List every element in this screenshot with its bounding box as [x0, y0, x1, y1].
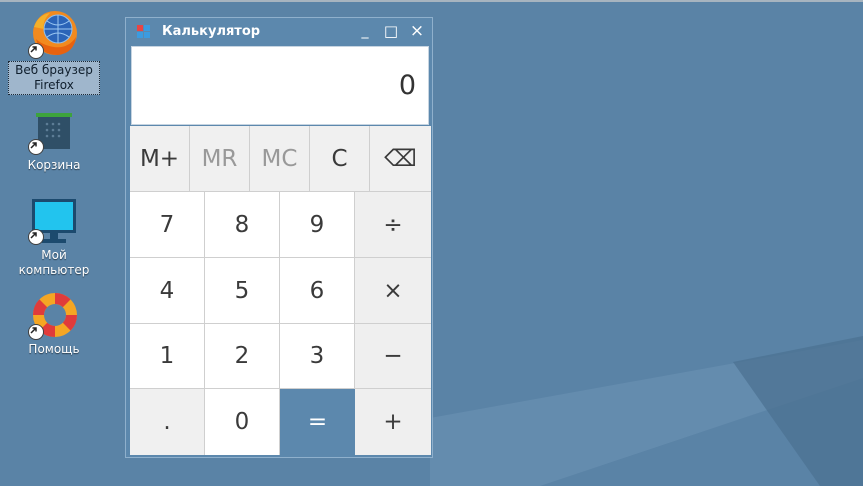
equals-button[interactable]: =	[280, 389, 355, 455]
shortcut-arrow-icon	[28, 139, 44, 155]
multiply-button[interactable]: ×	[355, 258, 431, 324]
memory-add-button[interactable]: M+	[130, 126, 190, 192]
lifebuoy-icon	[28, 290, 80, 340]
digit-6-button[interactable]: 6	[280, 258, 355, 324]
add-button[interactable]: +	[355, 389, 431, 455]
window-title: Калькулятор	[162, 23, 261, 39]
digit-9-button[interactable]: 9	[280, 192, 355, 258]
backspace-button[interactable]: ⌫	[370, 126, 431, 192]
decimal-point-button[interactable]: .	[130, 389, 205, 455]
divide-button[interactable]: ÷	[355, 192, 431, 258]
desktop-icon-help[interactable]: Помощь	[8, 290, 100, 358]
computer-icon	[28, 197, 80, 247]
digit-5-button[interactable]: 5	[205, 258, 280, 324]
display-value: 0	[398, 70, 416, 101]
calculator-window[interactable]: Калькулятор _ □ × 0 M+ MR MC C ⌫ 7 8 9 ÷…	[125, 17, 433, 458]
digit-2-button[interactable]: 2	[205, 324, 280, 389]
desktop-icon-trash[interactable]: Корзина	[8, 109, 100, 174]
minimize-button[interactable]: _	[352, 18, 378, 44]
digit-8-button[interactable]: 8	[205, 192, 280, 258]
desktop-icon-firefox[interactable]: Веб браузер Firefox	[8, 9, 100, 95]
clear-button[interactable]: C	[310, 126, 370, 192]
desktop-icon-label: Помощь	[28, 342, 80, 356]
title-bar[interactable]: Калькулятор _ □ ×	[126, 18, 432, 44]
keypad: M+ MR MC C ⌫ 7 8 9 ÷ 4 5 6 × 1 2 3 − . 0…	[130, 126, 431, 455]
digit-4-button[interactable]: 4	[130, 258, 205, 324]
shortcut-arrow-icon	[28, 43, 44, 59]
shortcut-arrow-icon	[28, 229, 44, 245]
close-button[interactable]: ×	[404, 18, 430, 44]
maximize-button[interactable]: □	[378, 18, 404, 44]
digit-1-button[interactable]: 1	[130, 324, 205, 389]
desktop-icon-label: Веб браузер Firefox	[8, 61, 100, 95]
desktop-icon-computer[interactable]: Мой компьютер	[8, 197, 100, 279]
calculator-app-icon	[137, 24, 150, 38]
trash-icon	[28, 109, 80, 155]
shortcut-arrow-icon	[28, 324, 44, 340]
firefox-icon	[28, 9, 80, 59]
subtract-button[interactable]: −	[355, 324, 431, 389]
digit-7-button[interactable]: 7	[130, 192, 205, 258]
desktop-icon-label: Мой компьютер	[18, 248, 90, 277]
memory-clear-button[interactable]: MC	[250, 126, 310, 192]
calculator-display: 0	[131, 46, 429, 125]
desktop-icon-label: Корзина	[27, 158, 81, 172]
digit-3-button[interactable]: 3	[280, 324, 355, 389]
memory-recall-button[interactable]: MR	[190, 126, 250, 192]
digit-0-button[interactable]: 0	[205, 389, 280, 455]
